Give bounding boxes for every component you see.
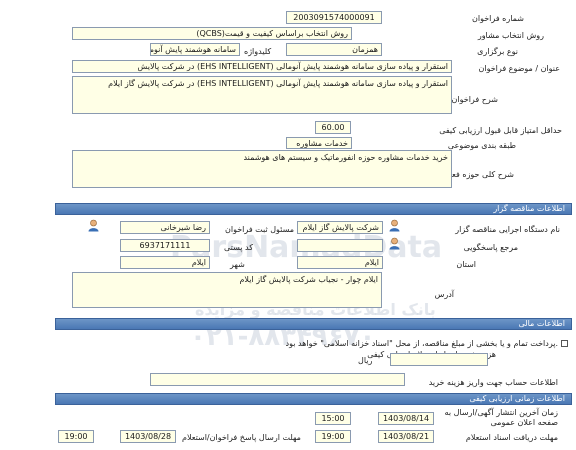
keyword-label: کلیدواژه [244, 47, 272, 56]
description-field[interactable]: استقرار و پیاده سازی سامانه هوشمند پایش … [72, 76, 452, 114]
submit-date-field[interactable]: 1403/08/28 [120, 430, 176, 443]
selection-method-field[interactable]: روش انتخاب براساس کیفیت و قیمت(QCBS) [72, 27, 352, 40]
min-score-field[interactable]: 60.00 [315, 121, 351, 134]
min-score-label: حداقل امتیاز قابل قبول ارزیابی کیفی [439, 126, 562, 135]
category-field[interactable]: خدمات مشاوره [286, 137, 352, 149]
organizer-section-header: اطلاعات مناقصه گزار [55, 203, 572, 215]
reference-field[interactable] [297, 239, 383, 252]
postal-code-field[interactable]: 6937171111 [120, 239, 210, 252]
activity-field[interactable]: خرید خدمات مشاوره حوزه انفورماتیک و سیست… [72, 150, 452, 188]
publish-date-field[interactable]: 1403/08/14 [378, 412, 434, 425]
org-user-icon[interactable] [388, 219, 401, 232]
submit-time-field[interactable]: 19:00 [58, 430, 94, 443]
reference-user-icon[interactable] [388, 237, 401, 250]
responsible-user-icon[interactable] [87, 219, 100, 232]
submit-label: مهلت ارسال پاسخ فراخوان/استعلام [182, 433, 301, 442]
deadline-time-field[interactable]: 19:00 [315, 430, 351, 443]
holding-type-label: نوع برگزاری [477, 47, 518, 56]
province-field[interactable]: ایلام [297, 256, 383, 269]
holding-type-field[interactable]: همزمان [286, 43, 382, 56]
deadline-date-field[interactable]: 1403/08/21 [378, 430, 434, 443]
description-label: شرح فراخوان [451, 95, 498, 104]
title-label: عنوان / موضوع فراخوان [478, 64, 561, 73]
postal-label: کد پستی [224, 243, 253, 252]
responsible-field[interactable]: رضا شیرخانی [120, 221, 210, 234]
reference-label: مرجع پاسخگویی [463, 243, 518, 252]
responsible-label: مسئول ثبت فراخوان [225, 225, 294, 234]
province-label: استان [456, 260, 476, 269]
city-field[interactable]: ایلام [120, 256, 210, 269]
publish-time-field[interactable]: 15:00 [315, 412, 351, 425]
tender-number-field[interactable]: 2003091574000091 [286, 11, 382, 24]
treasury-payment-checkbox[interactable] [561, 340, 568, 347]
payment-note: پرداخت تمام و یا بخشی از مبلغ مناقصه، از… [285, 339, 558, 348]
category-label: طبقه بندی موضوعی [447, 141, 516, 150]
address-field[interactable]: ایلام چوار - نجیاب شرکت پالایش گاز ایلام [72, 272, 382, 308]
currency-label: ریال [358, 356, 373, 365]
financial-section-header: اطلاعات مالی [55, 318, 572, 330]
deadline-label: مهلت دریافت اسناد استعلام [465, 433, 558, 442]
keyword-field[interactable]: سامانه هوشمند پایش آنومالی [150, 43, 240, 56]
publish-label: زمان آخرین انتشار آگهی/ارسال به صفحه اعل… [444, 408, 558, 427]
doc-fee-field[interactable] [390, 353, 488, 366]
timing-section-header: اطلاعات زمانی ارزیابی کیفی [55, 393, 572, 405]
org-name-label: نام دستگاه اجرایی مناقصه گزار [455, 225, 560, 234]
org-name-field[interactable]: شرکت پالایش گاز ایلام [297, 221, 383, 234]
city-label: شهر [230, 260, 245, 269]
account-field[interactable] [150, 373, 405, 386]
account-label: اطلاعات حساب جهت واریز هزینه خرید [428, 378, 558, 387]
title-field[interactable]: استقرار و پیاده سازی سامانه هوشمند پایش … [72, 60, 452, 73]
tender-number-label: شماره فراخوان [472, 14, 524, 23]
selection-method-label: روش انتخاب مشاور [477, 31, 544, 40]
address-label: آدرس [434, 290, 454, 299]
